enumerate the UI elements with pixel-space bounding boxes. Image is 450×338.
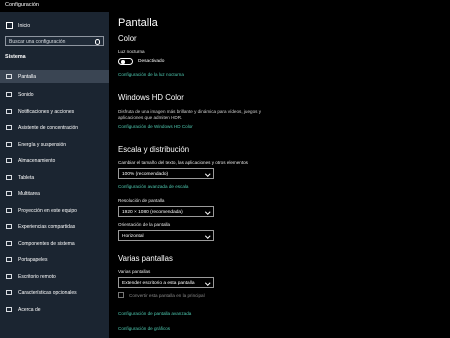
sidebar-item-label: Multitarea bbox=[18, 190, 40, 197]
night-light-state: Desactivado bbox=[138, 59, 165, 64]
multi-display-label: Varias pantallas bbox=[118, 269, 151, 274]
sidebar-item-pantalla[interactable]: Pantalla bbox=[0, 70, 109, 83]
resolution-label: Resolución de pantalla bbox=[118, 198, 165, 203]
sidebar-item-notificaciones[interactable]: Notificaciones y acciones bbox=[0, 105, 109, 118]
section-label: Sistema bbox=[5, 54, 26, 60]
chevron-down-icon bbox=[204, 171, 210, 177]
sidebar-item-label: Pantalla bbox=[18, 73, 37, 80]
sidebar-item-label: Experiencias compartidas bbox=[18, 223, 76, 230]
sidebar-item-label: Energía y suspensión bbox=[18, 141, 67, 148]
sidebar-item-acerca-de[interactable]: Acerca de bbox=[0, 303, 109, 316]
sidebar-item-label: Tableta bbox=[18, 174, 35, 181]
night-light-label: Luz nocturna bbox=[118, 49, 145, 54]
multi-display-value: Extender escritorio a esta pantalla bbox=[122, 280, 195, 286]
sidebar-item-label: Acerca de bbox=[18, 306, 41, 313]
search-icon[interactable] bbox=[94, 39, 100, 45]
sidebar-item-label: Notificaciones y acciones bbox=[18, 108, 75, 115]
graphics-settings-link[interactable]: Configuración de gráficos bbox=[118, 326, 170, 331]
sidebar: Inicio Buscar una configuración Sistema … bbox=[0, 12, 109, 338]
sidebar-item-label: Componentes de sistema bbox=[18, 240, 75, 247]
sidebar-item-experiencias[interactable]: Experiencias compartidas bbox=[0, 220, 109, 233]
power-icon bbox=[6, 142, 12, 147]
home-label: Inicio bbox=[18, 22, 31, 29]
sidebar-item-tableta[interactable]: Tableta bbox=[0, 171, 109, 184]
scale-label: Cambiar el tamaño del texto, las aplicac… bbox=[118, 160, 248, 165]
toggle-knob bbox=[121, 60, 125, 64]
orientation-label: Orientación de la pantalla bbox=[118, 222, 171, 227]
resolution-dropdown[interactable]: 1920 × 1080 (recomendada) bbox=[118, 206, 214, 217]
scale-dropdown[interactable]: 100% (recomendado) bbox=[118, 168, 214, 179]
tablet-icon bbox=[6, 175, 12, 180]
main-display-checkbox[interactable] bbox=[118, 292, 124, 298]
main-content: Pantalla Color Luz nocturna Desactivado … bbox=[109, 12, 450, 338]
orientation-value: Horizontal bbox=[122, 233, 144, 239]
notification-icon bbox=[6, 109, 12, 114]
sidebar-item-label: Proyección en este equipo bbox=[18, 207, 77, 214]
page-title: Pantalla bbox=[118, 17, 158, 29]
sidebar-item-almacenamiento[interactable]: Almacenamiento bbox=[0, 154, 109, 167]
sidebar-item-label: Asistente de concentración bbox=[18, 124, 79, 131]
sidebar-item-label: Sonido bbox=[18, 91, 34, 98]
night-light-settings-link[interactable]: Configuración de la luz nocturna bbox=[118, 72, 184, 77]
multi-display-dropdown[interactable]: Extender escritorio a esta pantalla bbox=[118, 277, 214, 288]
window-title: Configuración bbox=[5, 2, 39, 8]
sidebar-item-label: Almacenamiento bbox=[18, 157, 56, 164]
moon-icon bbox=[6, 125, 12, 130]
sidebar-item-proyeccion[interactable]: Proyección en este equipo bbox=[0, 204, 109, 217]
storage-icon bbox=[6, 158, 12, 163]
info-icon bbox=[6, 307, 12, 312]
main-display-checkbox-label: Convertir esta pantalla en la principal bbox=[129, 293, 205, 298]
orientation-dropdown[interactable]: Horizontal bbox=[118, 230, 214, 241]
scale-heading: Escala y distribución bbox=[118, 145, 190, 154]
sidebar-item-label: Características opcionales bbox=[18, 289, 77, 296]
hdr-description: Disfruta de una imagen más brillante y d… bbox=[118, 109, 261, 120]
chevron-down-icon bbox=[204, 280, 210, 286]
sidebar-item-label: Escritorio remoto bbox=[18, 273, 56, 280]
sidebar-item-componentes[interactable]: Componentes de sistema bbox=[0, 237, 109, 250]
sidebar-item-escritorio-remoto[interactable]: Escritorio remoto bbox=[0, 270, 109, 283]
projection-icon bbox=[6, 208, 12, 213]
clipboard-icon bbox=[6, 257, 12, 262]
scale-value: 100% (recomendado) bbox=[122, 171, 169, 177]
remote-desktop-icon bbox=[6, 274, 12, 279]
monitor-icon bbox=[6, 74, 12, 79]
sidebar-item-multitarea[interactable]: Multitarea bbox=[0, 187, 109, 200]
advanced-display-link[interactable]: Configuración de pantalla avanzada bbox=[118, 311, 191, 316]
sidebar-item-label: Portapapeles bbox=[18, 256, 48, 263]
multi-display-heading: Varias pantallas bbox=[118, 254, 173, 263]
hdr-settings-link[interactable]: Configuración de Windows HD Color bbox=[118, 124, 193, 129]
chevron-down-icon bbox=[204, 233, 210, 239]
hdr-heading: Windows HD Color bbox=[118, 93, 184, 102]
sidebar-item-portapapeles[interactable]: Portapapeles bbox=[0, 253, 109, 266]
search-input[interactable]: Buscar una configuración bbox=[5, 36, 104, 46]
sidebar-item-concentracion[interactable]: Asistente de concentración bbox=[0, 121, 109, 134]
multitask-icon bbox=[6, 191, 12, 196]
speaker-icon bbox=[6, 92, 12, 97]
color-heading: Color bbox=[118, 34, 137, 43]
share-icon bbox=[6, 224, 12, 229]
title-bar: Configuración bbox=[0, 0, 450, 12]
resolution-value: 1920 × 1080 (recomendada) bbox=[122, 209, 183, 215]
advanced-scale-link[interactable]: Configuración avanzada de escala bbox=[118, 184, 189, 189]
sidebar-item-caracteristicas[interactable]: Características opcionales bbox=[0, 286, 109, 299]
components-icon bbox=[6, 241, 12, 246]
home-icon bbox=[6, 22, 13, 29]
night-light-toggle[interactable] bbox=[118, 58, 133, 65]
search-placeholder: Buscar una configuración bbox=[9, 38, 66, 45]
sidebar-item-sonido[interactable]: Sonido bbox=[0, 88, 109, 101]
home-link[interactable]: Inicio bbox=[6, 21, 30, 30]
sidebar-item-energia[interactable]: Energía y suspensión bbox=[0, 138, 109, 151]
chevron-down-icon bbox=[204, 209, 210, 215]
optional-features-icon bbox=[6, 290, 12, 295]
